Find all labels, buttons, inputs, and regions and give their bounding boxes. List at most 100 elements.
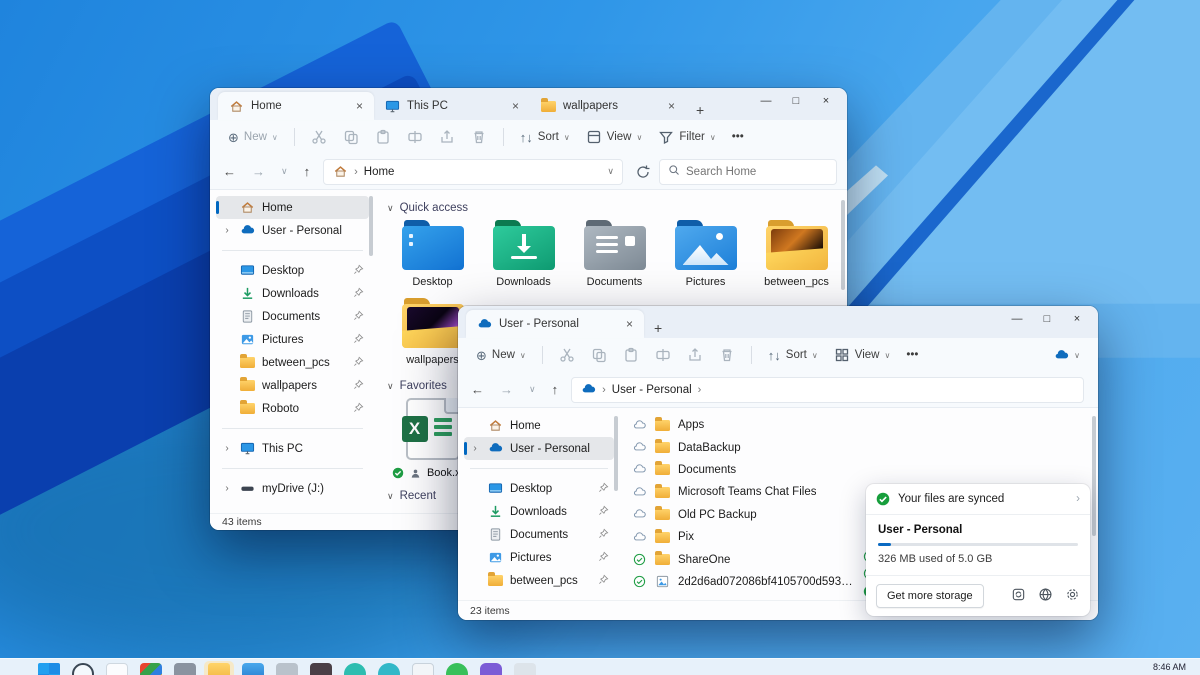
cut-icon[interactable]: [311, 129, 327, 145]
tab-home[interactable]: Home ×: [218, 92, 374, 120]
get-more-storage-button[interactable]: Get more storage: [876, 584, 984, 608]
section-quick-access[interactable]: ∨ Quick access: [387, 202, 833, 214]
sidebar-item-between-pcs[interactable]: between_pcs: [216, 351, 369, 374]
recent-locations-icon[interactable]: ∨: [274, 163, 295, 180]
delete-icon[interactable]: [719, 347, 735, 363]
tab-close-icon[interactable]: ×: [353, 99, 366, 113]
close-button[interactable]: ×: [811, 92, 841, 110]
tab-close-icon[interactable]: ×: [509, 99, 522, 113]
start-button-icon[interactable]: [38, 663, 60, 675]
breadcrumb-item[interactable]: User - Personal: [612, 384, 692, 396]
cut-icon[interactable]: [559, 347, 575, 363]
delete-icon[interactable]: [471, 129, 487, 145]
view-button[interactable]: View ∨: [580, 125, 649, 149]
folder-item-pictures[interactable]: Pictures: [660, 220, 751, 288]
tab-close-icon[interactable]: ×: [665, 99, 678, 113]
app-icon[interactable]: [174, 663, 196, 675]
sort-button[interactable]: ↑↓ Sort ∨: [514, 127, 576, 148]
search-icon[interactable]: [72, 663, 94, 675]
sidebar-item-roboto[interactable]: Roboto: [216, 397, 369, 420]
file-row-teams-chat-files[interactable]: Microsoft Teams Chat Files: [628, 481, 858, 503]
app-circle-icon[interactable]: [378, 663, 400, 675]
folder-item-desktop[interactable]: Desktop: [387, 220, 478, 288]
rename-icon[interactable]: [407, 129, 423, 145]
rename-icon[interactable]: [655, 347, 671, 363]
new-button[interactable]: ⊕ New ∨: [470, 345, 532, 366]
chevron-right-icon[interactable]: ›: [470, 443, 480, 454]
sidebar-item-documents[interactable]: Documents: [464, 523, 614, 546]
file-row-shareone[interactable]: ShareOne: [628, 548, 858, 570]
more-options-button[interactable]: •••: [900, 345, 924, 365]
forward-icon[interactable]: →: [493, 379, 520, 400]
printer-app-icon[interactable]: [276, 663, 298, 675]
sidebar-scrollbar[interactable]: [614, 416, 618, 491]
chevron-down-icon[interactable]: ∨: [607, 166, 614, 177]
globe-icon[interactable]: [1038, 587, 1053, 605]
sidebar-item-between-pcs[interactable]: between_pcs: [464, 569, 614, 592]
sidebar-item-desktop[interactable]: Desktop: [216, 259, 369, 282]
minimize-button[interactable]: —: [751, 92, 781, 110]
sidebar-item-onedrive[interactable]: › User - Personal: [464, 437, 614, 460]
new-button[interactable]: ⊕ New ∨: [222, 127, 284, 148]
file-row-pix[interactable]: Pix: [628, 526, 858, 548]
file-row-apps[interactable]: Apps: [628, 414, 858, 436]
teams-app-icon[interactable]: [344, 663, 366, 675]
sidebar-item-home[interactable]: Home: [216, 196, 369, 219]
recent-locations-icon[interactable]: ∨: [522, 381, 543, 398]
new-tab-button[interactable]: +: [644, 318, 672, 338]
sidebar-item-downloads[interactable]: Downloads: [216, 282, 369, 305]
onedrive-status-button[interactable]: ∨: [1047, 343, 1086, 367]
maximize-button[interactable]: □: [1032, 310, 1062, 328]
back-icon[interactable]: ←: [216, 161, 243, 182]
filter-button[interactable]: Filter ∨: [652, 125, 721, 149]
office-app-icon[interactable]: [140, 663, 162, 675]
sidebar-item-downloads[interactable]: Downloads: [464, 500, 614, 523]
recycle-bin-icon[interactable]: [1011, 587, 1026, 605]
folder-item-documents[interactable]: Documents: [569, 220, 660, 288]
minimize-button[interactable]: —: [1002, 310, 1032, 328]
sync-status-row[interactable]: Your files are synced ›: [866, 484, 1090, 515]
sidebar-item-wallpapers[interactable]: wallpapers: [216, 374, 369, 397]
paste-icon[interactable]: [623, 347, 639, 363]
sidebar-item-pictures[interactable]: Pictures: [216, 328, 369, 351]
breadcrumb-item[interactable]: Home: [364, 166, 395, 178]
close-button[interactable]: ×: [1062, 310, 1092, 328]
settings-gear-icon[interactable]: [1065, 587, 1080, 605]
copy-icon[interactable]: [343, 129, 359, 145]
sidebar-item-home[interactable]: Home: [464, 414, 614, 437]
content-scrollbar[interactable]: [841, 200, 845, 290]
view-button[interactable]: View ∨: [828, 343, 897, 367]
photos-app-icon[interactable]: [310, 663, 332, 675]
taskbar-clock[interactable]: 8:46 AM: [1153, 662, 1186, 672]
search-box[interactable]: [659, 159, 837, 185]
chevron-right-icon[interactable]: ›: [1076, 493, 1080, 505]
file-explorer-icon[interactable]: [208, 663, 230, 675]
refresh-icon[interactable]: [635, 164, 651, 180]
share-icon[interactable]: [439, 129, 455, 145]
file-row-image-file[interactable]: 2d2d6ad072086bf4105700d5935439...: [628, 571, 858, 593]
sidebar-item-documents[interactable]: Documents: [216, 305, 369, 328]
tab-wallpapers[interactable]: wallpapers ×: [530, 92, 686, 120]
up-icon[interactable]: ↑: [545, 379, 566, 400]
folder-item-between-pcs[interactable]: between_pcs: [751, 220, 842, 288]
this-pc-app-icon[interactable]: [242, 663, 264, 675]
search-input[interactable]: [686, 166, 828, 178]
chevron-right-icon[interactable]: ›: [222, 225, 232, 236]
share-icon[interactable]: [687, 347, 703, 363]
breadcrumb[interactable]: › User - Personal ›: [571, 377, 1084, 403]
chevron-right-icon[interactable]: ›: [222, 443, 232, 454]
sidebar-item-desktop[interactable]: Desktop: [464, 477, 614, 500]
file-row-documents[interactable]: Documents: [628, 459, 858, 481]
forward-icon[interactable]: →: [245, 161, 272, 182]
file-row-databackup[interactable]: DataBackup: [628, 436, 858, 458]
file-row-old-pc-backup[interactable]: Old PC Backup: [628, 504, 858, 526]
app-purple-icon[interactable]: [480, 663, 502, 675]
back-icon[interactable]: ←: [464, 379, 491, 400]
copy-icon[interactable]: [591, 347, 607, 363]
widgets-icon[interactable]: [106, 663, 128, 675]
breadcrumb[interactable]: › Home ∨: [323, 159, 623, 185]
paste-icon[interactable]: [375, 129, 391, 145]
maximize-button[interactable]: □: [781, 92, 811, 110]
keyboard-app-icon[interactable]: [412, 663, 434, 675]
app-gray-icon[interactable]: [514, 663, 536, 675]
